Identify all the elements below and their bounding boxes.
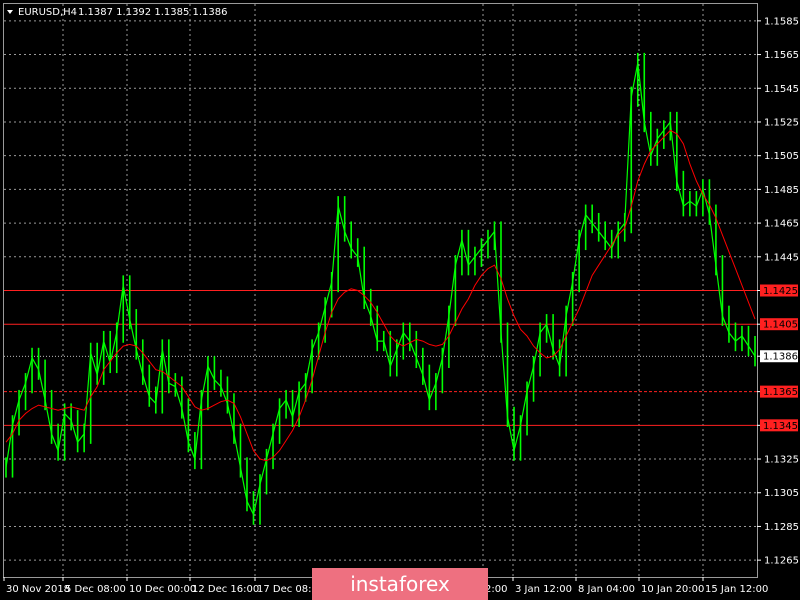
price-level-label: 1.1405 — [763, 320, 798, 331]
x-tick-label: 15 Jan 12:00 — [705, 584, 768, 595]
y-tick-label: 1.1465 — [764, 219, 799, 230]
y-tick-label: 1.1285 — [764, 522, 799, 533]
y-tick-label: 1.1485 — [764, 185, 799, 196]
watermark-logo: instaforex — [350, 572, 450, 596]
y-tick-label: 1.1325 — [764, 455, 799, 466]
current-price-label: 1.1386 — [763, 352, 798, 363]
x-tick-label: 2:00 — [485, 584, 507, 595]
price-chart[interactable]: 1.1585 1.1565 1.1545 1.1525 1.1505 1.1485 1.14… — [0, 0, 800, 600]
x-tick-label: 10 Jan 20:00 — [641, 584, 704, 595]
y-tick-label: 1.1545 — [764, 84, 799, 95]
x-tick-label: 8 Jan 04:00 — [578, 584, 635, 595]
y-tick-label: 1.1525 — [764, 117, 799, 128]
watermark: instaforex — [312, 568, 488, 600]
y-tick-label: 1.1565 — [764, 50, 799, 61]
y-tick-label: 1.1505 — [764, 151, 799, 162]
chart-header: EURUSD,H4 1.1387 1.1392 1.1385 1.1386 — [7, 7, 228, 18]
ohlc-values: 1.1387 1.1392 1.1385 1.1386 — [78, 7, 228, 18]
y-tick-label: 1.1305 — [764, 488, 799, 499]
x-tick-label: 12 Dec 16:00 — [192, 584, 259, 595]
y-tick-label: 1.1585 — [764, 16, 799, 27]
price-level-label: 1.1425 — [763, 286, 798, 297]
x-tick-label: 3 Jan 12:00 — [515, 584, 572, 595]
price-level-label: 1.1345 — [763, 421, 798, 432]
y-tick-label: 1.1445 — [764, 252, 799, 263]
price-level-label: 1.1365 — [763, 387, 798, 398]
y-tick-label: 1.1265 — [764, 556, 799, 567]
x-tick-label: 10 Dec 00:00 — [129, 584, 196, 595]
chart-background — [0, 0, 800, 600]
symbol-label: EURUSD,H4 — [18, 7, 77, 18]
x-tick-label: 30 Nov 2018 — [6, 584, 70, 595]
x-tick-label: 5 Dec 08:00 — [65, 584, 126, 595]
